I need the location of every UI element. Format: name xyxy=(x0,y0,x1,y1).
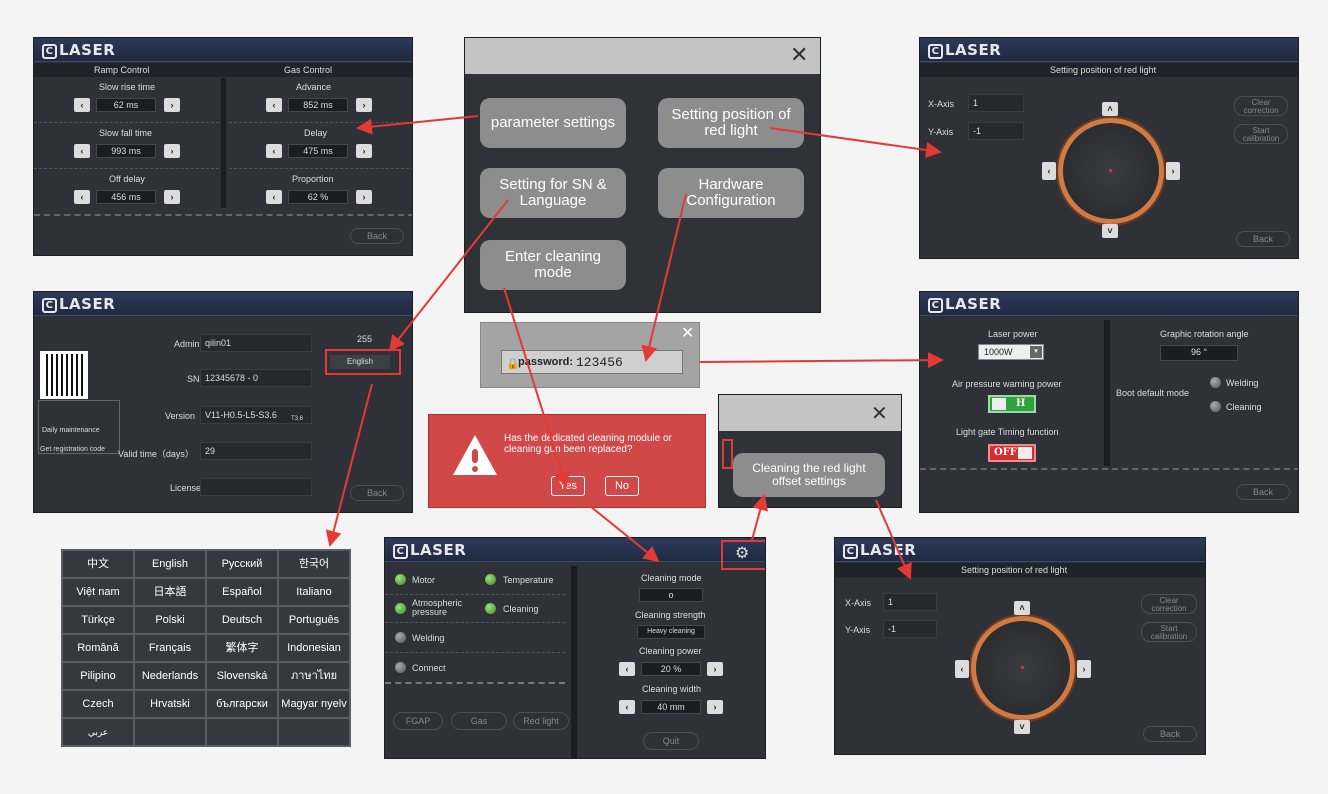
arrow-alert xyxy=(589,505,660,563)
offset-highlight xyxy=(722,439,733,469)
arrow-gear xyxy=(751,494,769,541)
arrow-red-light xyxy=(769,127,942,158)
arrow-parameter xyxy=(356,115,479,135)
arrow-hardware xyxy=(641,193,687,362)
flow-arrows xyxy=(325,115,944,580)
arrow-sn-language xyxy=(388,199,509,352)
arrow-cleaning xyxy=(503,287,570,488)
arrow-offset xyxy=(875,499,912,580)
arrow-password xyxy=(699,352,944,369)
arrow-language-grid xyxy=(325,383,373,547)
